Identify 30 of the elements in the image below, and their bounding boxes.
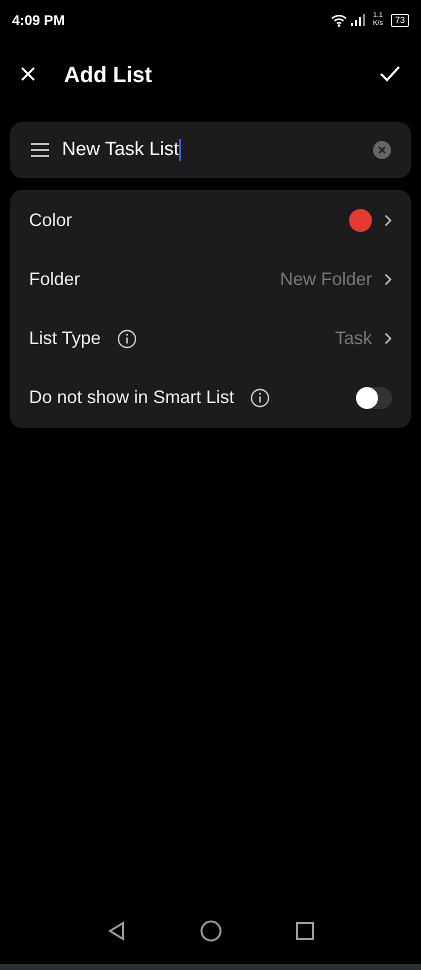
settings-row[interactable]: Folder New Folder [10, 250, 411, 309]
setting-label: Do not show in Smart List [29, 386, 234, 409]
list-name-field[interactable]: New Task List [10, 122, 411, 178]
chevron-icon [384, 332, 392, 345]
setting-value: Task [334, 327, 372, 350]
page-title: Add List [64, 60, 152, 88]
settings-row[interactable]: Do not show in Smart List [10, 368, 411, 427]
close-icon[interactable] [20, 66, 36, 82]
settings-row[interactable]: List Type Task [10, 309, 411, 368]
toggle-switch[interactable] [356, 386, 392, 408]
settings-row[interactable]: Color [10, 191, 411, 250]
recents-icon[interactable] [294, 921, 314, 941]
back-icon[interactable] [106, 921, 126, 941]
setting-label: Color [29, 209, 72, 232]
info-icon[interactable] [116, 328, 137, 348]
info-icon[interactable] [250, 388, 270, 408]
menu-icon [30, 142, 50, 158]
chevron-icon [384, 214, 392, 227]
wifi-icon [330, 14, 347, 26]
chevron-icon [384, 273, 392, 286]
setting-value: New Folder [280, 268, 372, 291]
clear-icon[interactable] [373, 141, 391, 159]
setting-label: List Type [29, 327, 101, 350]
battery-level: 73 [390, 14, 409, 26]
status-time: 4:09 PM [12, 10, 65, 30]
home-icon[interactable] [200, 920, 222, 942]
list-name-text: New Task List [62, 138, 179, 162]
setting-label: Folder [29, 268, 80, 291]
signal-icon [350, 14, 365, 26]
check-icon[interactable] [379, 65, 401, 83]
